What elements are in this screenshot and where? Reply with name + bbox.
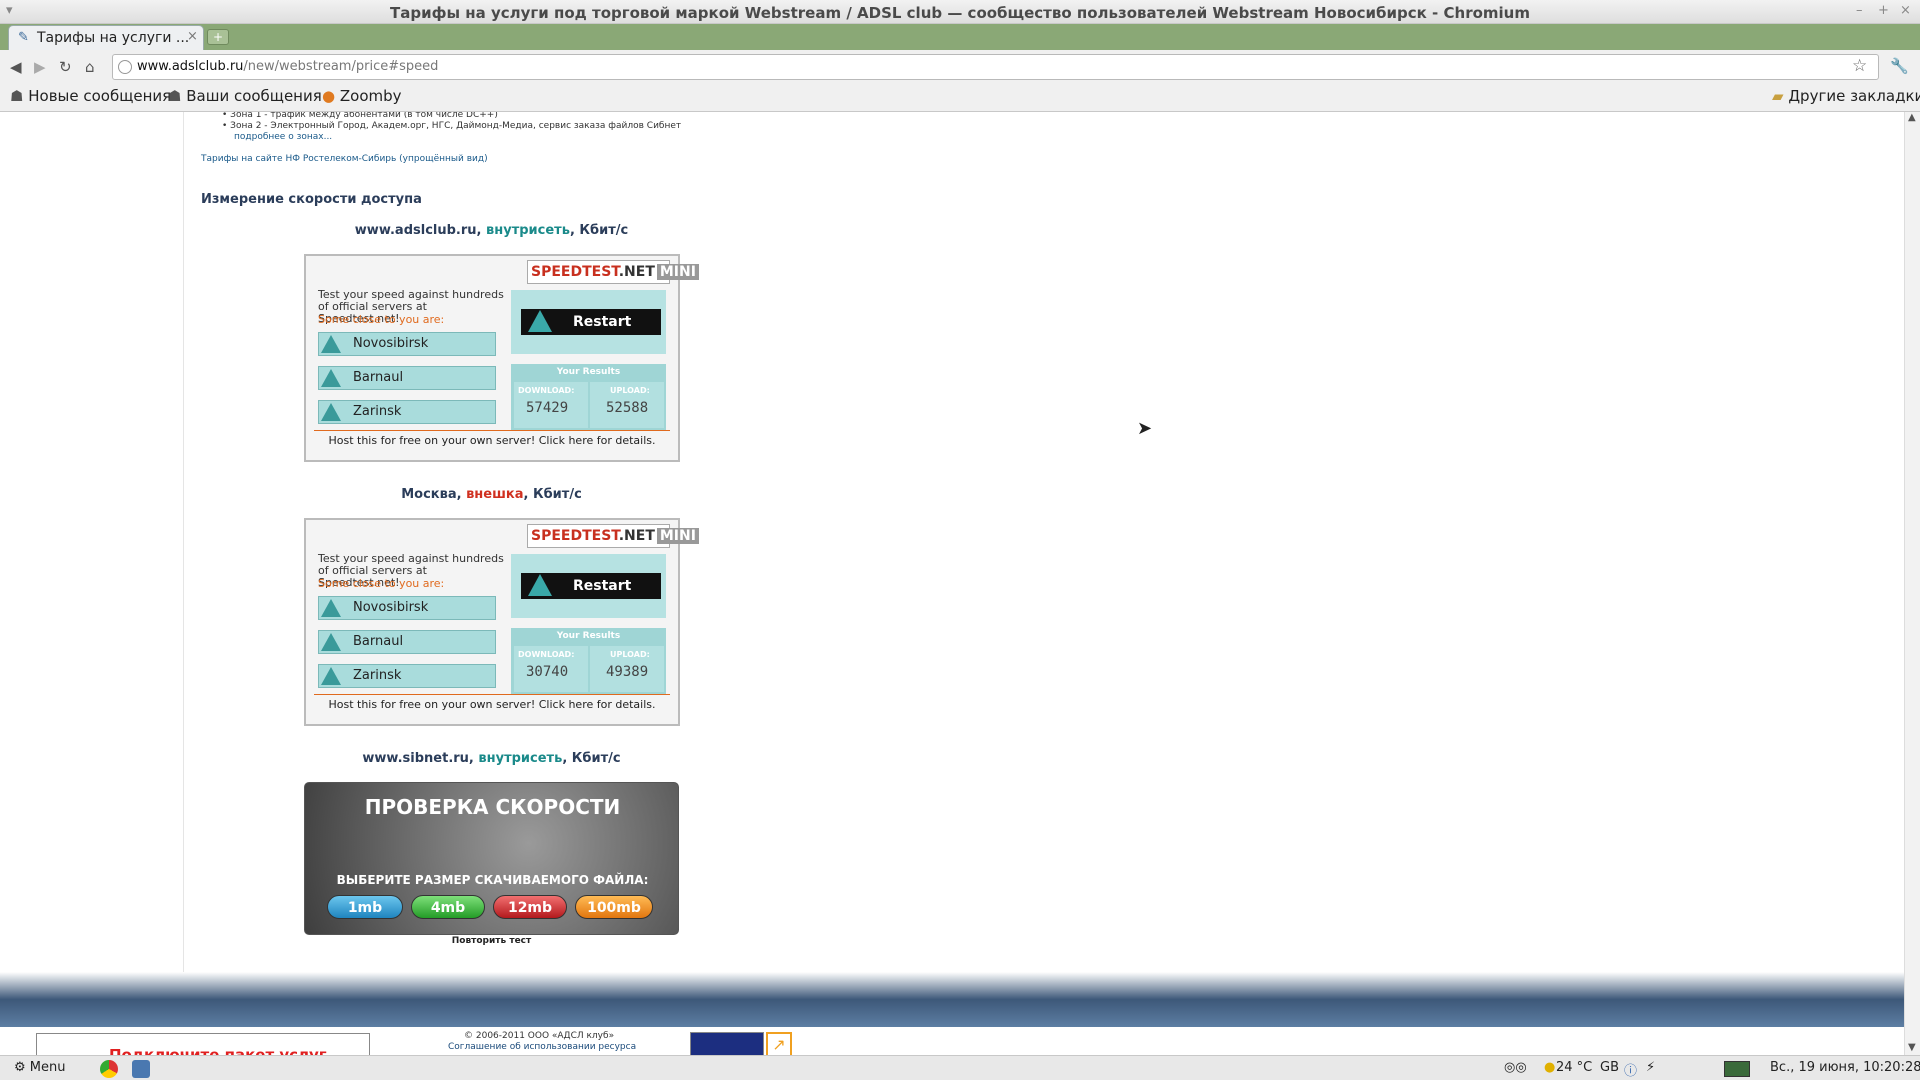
new-tab-button[interactable]: +: [207, 29, 229, 45]
back-icon[interactable]: ◀: [10, 58, 22, 76]
section-moscow-label: Москва, внешка, Кбит/с: [401, 487, 582, 502]
forward-icon[interactable]: ▶: [34, 58, 46, 76]
footer-wave: [0, 972, 1904, 1027]
repeat-test-link[interactable]: Повторить тест: [304, 936, 679, 946]
url-path: /new/webstream/price#speed: [243, 59, 439, 74]
minimize-icon[interactable]: –: [1856, 3, 1863, 18]
server-novosibirsk[interactable]: Novosibirsk: [318, 332, 496, 356]
size-4mb-button[interactable]: 4mb: [411, 895, 485, 919]
speed-heading: Измерение скорости доступа: [201, 192, 422, 207]
server-icon: [321, 369, 341, 387]
wrench-menu-icon[interactable]: 🔧: [1890, 57, 1909, 75]
section-sibnet-label: www.sibnet.ru, внутрисеть, Кбит/с: [362, 751, 621, 766]
restart-icon: [528, 574, 552, 596]
speedtest-close-label: Some close to you are:: [318, 577, 445, 590]
bookmark-star-icon[interactable]: ☆: [1852, 56, 1867, 76]
speedtest-widget-1: SPEEDTEST.NET MINI Test your speed agains…: [304, 254, 699, 462]
server-zarinsk[interactable]: Zarinsk: [318, 664, 496, 688]
tariff-link[interactable]: Тарифы на сайте НФ Ростелеком-Сибирь (уп…: [201, 154, 488, 164]
globe-icon: [118, 60, 132, 74]
server-icon: [321, 633, 341, 651]
page-scrollbar[interactable]: ▲ ▼: [1904, 112, 1920, 1055]
bookmark-new-messages[interactable]: ☗ Новые сообщения: [10, 87, 171, 105]
info-icon[interactable]: ⓘ: [1624, 1060, 1637, 1079]
app-taskbar-icon[interactable]: [132, 1060, 150, 1078]
zones-more-link[interactable]: подробнее о зонах...: [234, 132, 332, 142]
temperature: 24 °C: [1556, 1060, 1593, 1075]
close-icon[interactable]: ×: [1900, 3, 1911, 18]
speedtest-close-label: Some close to you are:: [318, 313, 445, 326]
zoomby-icon: ●: [322, 87, 336, 105]
download-value: 30740: [526, 664, 569, 680]
start-menu-button[interactable]: ⚙ Menu: [14, 1060, 66, 1075]
tab-strip: [0, 24, 1920, 50]
results-panel: Your Results DOWNLOAD: 57429 UPLOAD: 52588: [511, 364, 666, 430]
folder-icon: ▰: [1772, 87, 1784, 105]
sun-icon: ●: [1544, 1060, 1556, 1075]
maximize-icon[interactable]: +: [1878, 3, 1889, 18]
tab-title: Тарифы на услуги ...: [37, 30, 190, 46]
download-value: 57429: [526, 400, 569, 416]
upload-value: 49389: [606, 664, 649, 680]
restart-icon: [528, 310, 552, 332]
promo-banner[interactable]: Подключите пакет услуг: [36, 1033, 370, 1055]
address-bar[interactable]: www.adslclub.ru/new/webstream/price#spee…: [112, 54, 1879, 80]
chromium-taskbar-icon[interactable]: [100, 1060, 118, 1078]
clock: Вс., 19 июня, 10:20:28: [1770, 1060, 1920, 1075]
window-title: Тарифы на услуги под торговой маркой Web…: [390, 4, 1530, 22]
zone1-bullet: • Зона 1 - трафик между абонентами (в то…: [222, 112, 498, 120]
server-barnaul[interactable]: Barnaul: [318, 366, 496, 390]
sibnet-speedtest-widget: ПРОВЕРКА СКОРОСТИ ВЫБЕРИТЕ РАЗМЕР СКАЧИВ…: [304, 782, 679, 935]
rambler-counter-icon[interactable]: [690, 1032, 764, 1055]
bookmark-icon: ☗: [10, 87, 24, 105]
other-bookmarks[interactable]: ▰ Другие закладки: [1772, 87, 1920, 105]
size-12mb-button[interactable]: 12mb: [493, 895, 567, 919]
section-adslclub-label: www.adslclub.ru, внутрисеть, Кбит/с: [354, 223, 629, 238]
bookmark-icon: ☗: [168, 87, 182, 105]
desktop-icon[interactable]: [1724, 1061, 1750, 1077]
size-100mb-button[interactable]: 100mb: [575, 895, 653, 919]
arrow-icon[interactable]: ↗: [766, 1032, 792, 1055]
speedtest-logo: SPEEDTEST.NET MINI: [527, 260, 699, 284]
size-1mb-button[interactable]: 1mb: [327, 895, 403, 919]
server-barnaul[interactable]: Barnaul: [318, 630, 496, 654]
server-novosibirsk[interactable]: Novosibirsk: [318, 596, 496, 620]
bookmark-zoomby[interactable]: ● Zoomby: [322, 87, 402, 105]
title-bar: ▾ Тарифы на услуги под торговой маркой W…: [0, 0, 1920, 24]
weather-icon: ◎◎: [1504, 1060, 1527, 1075]
upload-value: 52588: [606, 400, 649, 416]
favicon-icon: ✎: [18, 30, 29, 45]
speedtest-logo: SPEEDTEST.NET MINI: [527, 524, 699, 548]
server-zarinsk[interactable]: Zarinsk: [318, 400, 496, 424]
server-icon: [321, 667, 341, 685]
url-host: www.adslclub.ru: [137, 59, 244, 74]
server-icon: [321, 403, 341, 421]
content-border: [183, 112, 184, 972]
network-icon[interactable]: ⚡: [1646, 1060, 1655, 1075]
mouse-cursor-icon: ➤: [1137, 418, 1153, 439]
sibnet-subheading: ВЫБЕРИТЕ РАЗМЕР СКАЧИВАЕМОГО ФАЙЛА:: [336, 873, 649, 887]
speedtest-widget-2: SPEEDTEST.NET MINI Test your speed agains…: [304, 518, 699, 726]
agreement-link[interactable]: Соглашение об использовании ресурса: [448, 1042, 636, 1052]
copyright: © 2006-2011 ООО «АДСЛ клуб»: [464, 1031, 615, 1041]
host-link[interactable]: Host this for free on your own server! C…: [314, 694, 670, 711]
zone2-bullet: • Зона 2 - Электронный Город, Академ.орг…: [222, 121, 682, 131]
host-link[interactable]: Host this for free on your own server! C…: [314, 430, 670, 447]
tab-close-icon[interactable]: ×: [187, 29, 198, 44]
results-panel: Your Results DOWNLOAD: 30740 UPLOAD: 49389: [511, 628, 666, 694]
server-icon: [321, 599, 341, 617]
page-content: • Зона 1 - трафик между абонентами (в то…: [0, 112, 1904, 1055]
gear-icon: ⚙: [14, 1060, 26, 1075]
bookmark-your-messages[interactable]: ☗ Ваши сообщения: [168, 87, 322, 105]
server-icon: [321, 335, 341, 353]
scroll-down-icon[interactable]: ▼: [1908, 1042, 1916, 1053]
keyboard-layout[interactable]: GB: [1600, 1060, 1619, 1075]
home-icon[interactable]: ⌂: [85, 58, 95, 76]
reload-icon[interactable]: ↻: [59, 58, 72, 76]
sibnet-heading: ПРОВЕРКА СКОРОСТИ: [364, 795, 621, 819]
browser-tab[interactable]: ✎ Тарифы на услуги ... ×: [8, 25, 204, 50]
scroll-up-icon[interactable]: ▲: [1908, 112, 1916, 123]
